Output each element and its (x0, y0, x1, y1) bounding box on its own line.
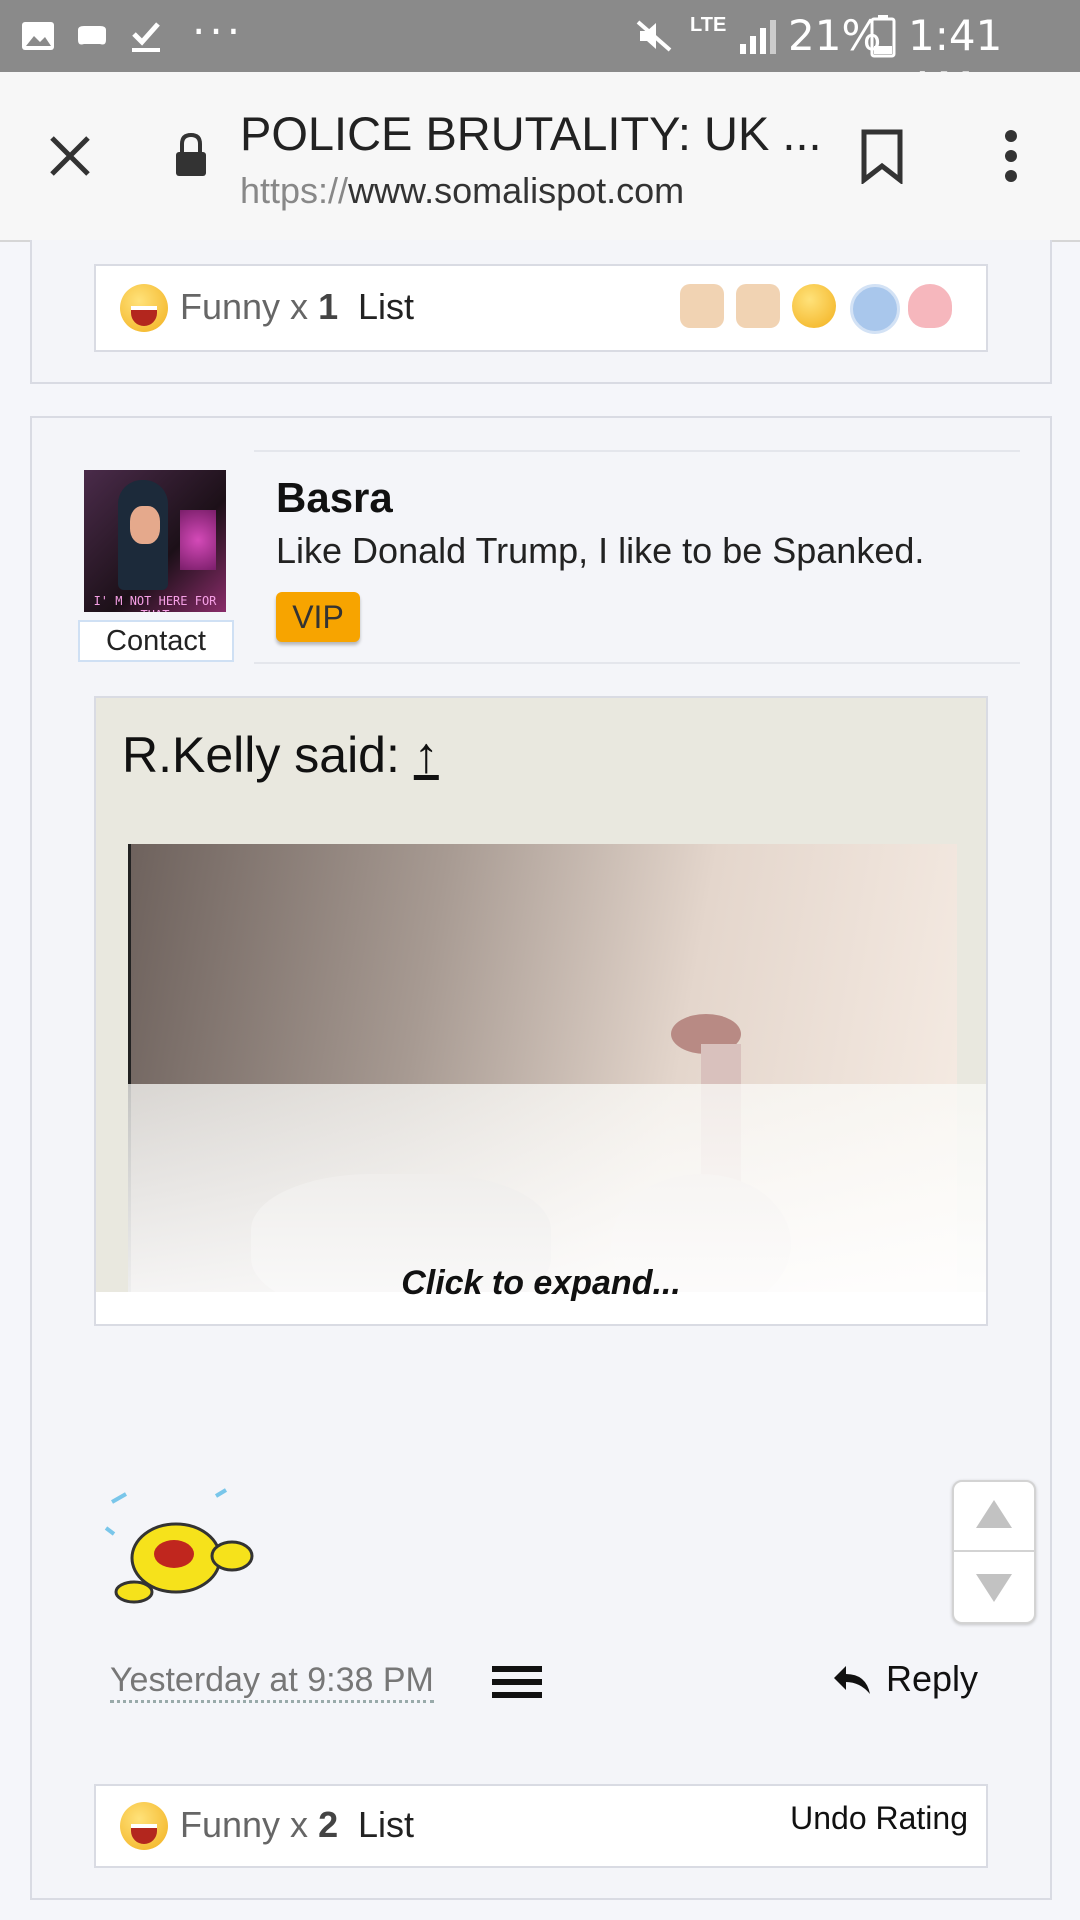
thumbs-down-icon[interactable] (736, 284, 780, 328)
funny-emoji-icon (120, 1802, 168, 1850)
browser-toolbar: POLICE BRUTALITY: UK ... https://www.som… (0, 72, 1080, 242)
battery-icon (870, 15, 896, 58)
undo-rating-link[interactable]: Undo Rating (790, 1800, 968, 1837)
user-title: Like Donald Trump, I like to be Spanked. (276, 530, 925, 571)
game-controller-icon (78, 26, 106, 45)
url-bar[interactable]: https://www.somalispot.com (240, 170, 684, 212)
funny-emoji-icon (120, 284, 168, 332)
avatar-caption: I' M NOT HERE FOR THAT (93, 594, 217, 612)
scroll-down-button[interactable] (976, 1574, 1012, 1602)
flower-decoration (180, 510, 216, 570)
vip-badge: VIP (276, 592, 360, 642)
checkmark-download-icon (132, 22, 160, 52)
rating-label: Funny x (180, 286, 319, 327)
info-icon[interactable] (850, 284, 900, 334)
post-timestamp[interactable]: Yesterday at 9:38 PM (110, 1660, 434, 1703)
avatar[interactable]: I' M NOT HERE FOR THAT (84, 470, 226, 612)
previous-post-card: Funny x 1 List (30, 240, 1052, 384)
network-type: LTE (690, 14, 727, 36)
thumbs-up-icon[interactable] (680, 284, 724, 328)
divider (254, 662, 1020, 664)
quote-header: R.Kelly said: ↑ (96, 698, 986, 818)
quote-author[interactable]: R.Kelly said: ↑ (122, 726, 439, 784)
hamburger-menu-icon[interactable] (492, 1664, 542, 1700)
expand-link[interactable]: Click to expand... (96, 1264, 986, 1303)
url-protocol: https:// (240, 170, 349, 211)
gallery-icon (22, 22, 54, 50)
signal-icon (740, 20, 776, 54)
bookmark-icon[interactable] (860, 128, 904, 184)
status-bar: ··· LTE 21% 1:41 AM (0, 0, 1080, 112)
scroll-buttons (952, 1480, 1036, 1624)
heart-icon[interactable] (908, 284, 952, 328)
quote-block: R.Kelly said: ↑ Click to expand... (94, 696, 988, 1326)
url-host: www.somalispot.com (348, 170, 685, 211)
funny-rate-icon[interactable] (792, 284, 836, 328)
quote-jump-icon[interactable]: ↑ (414, 727, 439, 783)
divider (254, 450, 1020, 452)
post-rating-summary: Funny x 2 List Undo Rating (94, 1784, 988, 1868)
avatar-face (130, 506, 160, 544)
page-title: POLICE BRUTALITY: UK ... (240, 107, 822, 160)
rating-list-link[interactable]: List (358, 1804, 414, 1846)
rating-text: Funny x 1 (180, 286, 338, 328)
reply-button[interactable]: Reply (886, 1658, 978, 1700)
reaction-buttons (680, 284, 970, 334)
scroll-up-button[interactable] (976, 1500, 1012, 1528)
more-notifications: ··· (192, 7, 245, 56)
rating-count: 2 (318, 1804, 339, 1845)
close-icon[interactable] (48, 134, 92, 178)
post-card: I' M NOT HERE FOR THAT Contact Basra Lik… (30, 416, 1052, 1900)
rating-count: 1 (318, 286, 339, 327)
quote-fade-overlay (128, 1084, 986, 1292)
rating-summary: Funny x 1 List (94, 264, 988, 352)
username[interactable]: Basra (276, 474, 393, 522)
overflow-menu-icon[interactable] (1000, 128, 1022, 184)
reply-icon[interactable] (832, 1662, 872, 1698)
divider (954, 1550, 1034, 1552)
lock-icon (176, 132, 206, 176)
mute-icon (636, 20, 672, 52)
laughing-emoji-icon (104, 1488, 254, 1604)
quote-author-text: R.Kelly said: (122, 727, 400, 783)
rating-text: Funny x 2 (180, 1804, 338, 1846)
rating-label: Funny x (180, 1804, 319, 1845)
contact-button[interactable]: Contact (78, 620, 234, 662)
rating-list-link[interactable]: List (358, 286, 414, 328)
battery-percent: 21% (788, 11, 882, 60)
